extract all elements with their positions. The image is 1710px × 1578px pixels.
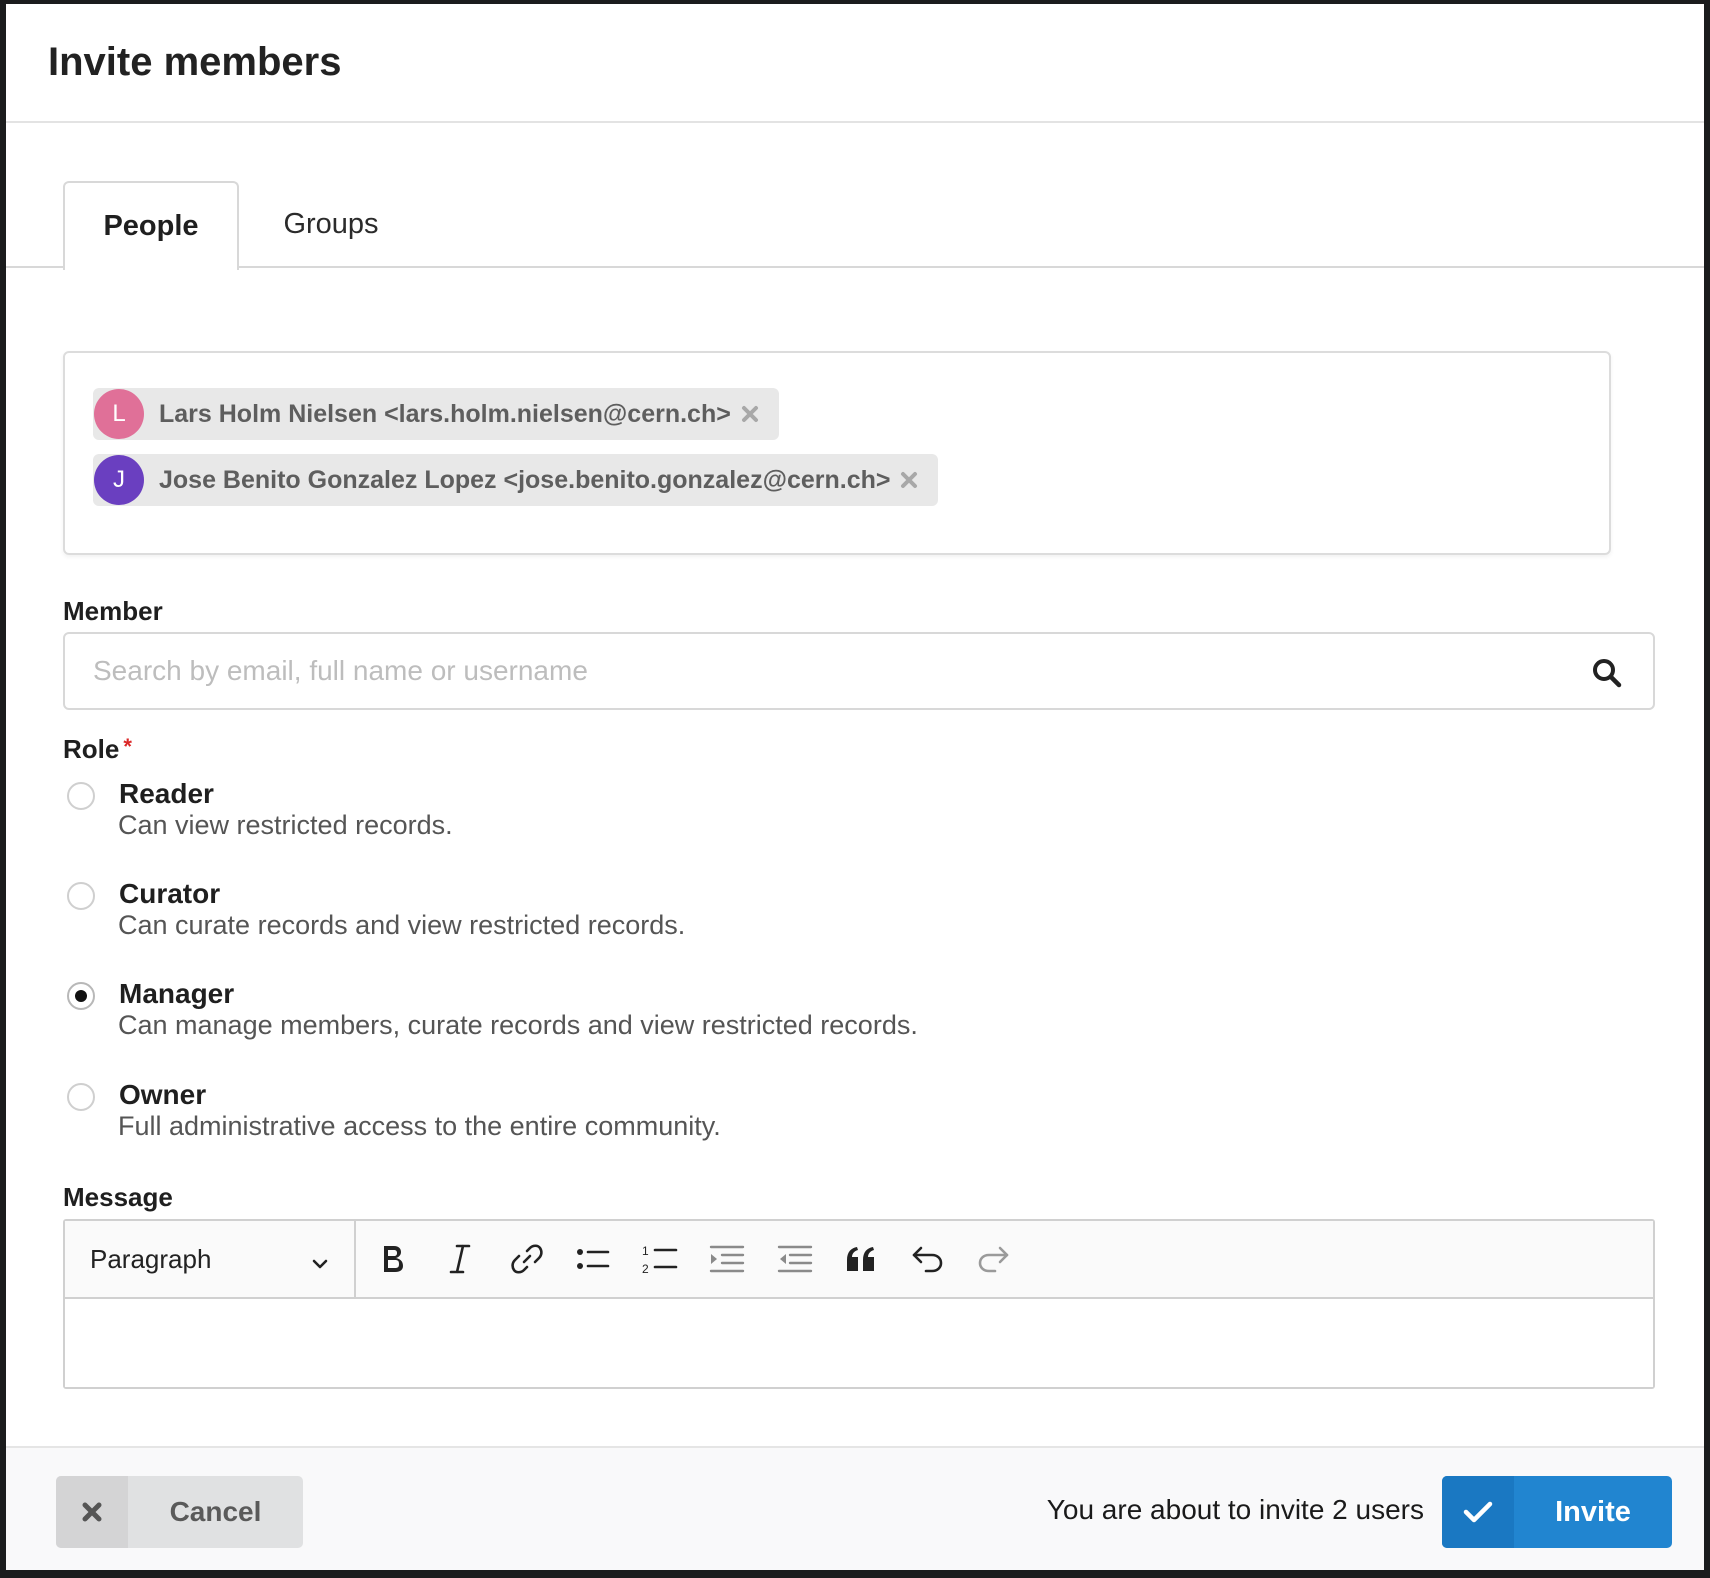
message-label: Message: [63, 1182, 173, 1212]
role-description: Can manage members, curate records and v…: [118, 1010, 918, 1040]
checkmark-icon: [1442, 1476, 1514, 1548]
editor-toolbar: Paragraph 12: [65, 1221, 1653, 1299]
role-description: Can curate records and view restricted r…: [118, 910, 686, 940]
message-editor-body[interactable]: [65, 1299, 1653, 1387]
bulleted-list-icon[interactable]: [573, 1239, 613, 1279]
redo-icon[interactable]: [974, 1239, 1014, 1279]
cancel-button[interactable]: Cancel: [56, 1476, 303, 1548]
role-name: Owner: [119, 1079, 207, 1110]
required-marker: *: [123, 734, 132, 759]
cancel-button-label: Cancel: [169, 1496, 262, 1527]
numbered-list-icon[interactable]: 12: [640, 1239, 680, 1279]
bold-icon[interactable]: [373, 1239, 413, 1279]
remove-member-icon[interactable]: [741, 405, 759, 423]
member-chip-label: Jose Benito Gonzalez Lopez <jose.benito.…: [159, 465, 891, 494]
role-option-manager[interactable]: Manager Can manage members, curate recor…: [63, 978, 1263, 1048]
role-name: Manager: [119, 978, 235, 1009]
italic-icon[interactable]: [440, 1239, 480, 1279]
role-option-reader[interactable]: Reader Can view restricted records.: [63, 778, 1263, 848]
tab-bar: People Groups: [6, 181, 1704, 270]
radio-manager[interactable]: [67, 982, 95, 1010]
role-name: Reader: [119, 778, 214, 809]
invite-button[interactable]: Invite: [1442, 1476, 1672, 1548]
svg-text:2: 2: [642, 1262, 649, 1276]
heading-dropdown[interactable]: Paragraph: [65, 1221, 356, 1297]
member-chip-label: Lars Holm Nielsen <lars.holm.nielsen@cer…: [159, 399, 731, 428]
invite-button-label: Invite: [1555, 1495, 1631, 1528]
role-label-text: Role: [63, 734, 120, 764]
blockquote-icon[interactable]: [841, 1239, 881, 1279]
tab-groups[interactable]: Groups: [246, 181, 416, 268]
outdent-icon[interactable]: [775, 1239, 815, 1279]
remove-member-icon[interactable]: [900, 471, 918, 489]
link-icon[interactable]: [507, 1239, 547, 1279]
selected-members-box: L Lars Holm Nielsen <lars.holm.nielsen@c…: [63, 351, 1611, 555]
role-description: Can view restricted records.: [118, 810, 453, 840]
message-editor: Paragraph 12: [63, 1219, 1655, 1389]
undo-icon[interactable]: [907, 1239, 947, 1279]
role-label: Role *: [63, 734, 132, 765]
modal-header: Invite members: [6, 4, 1704, 123]
search-icon[interactable]: [1591, 657, 1623, 689]
chevron-down-icon: [310, 1250, 330, 1270]
radio-owner[interactable]: [67, 1083, 95, 1111]
radio-reader[interactable]: [67, 782, 95, 810]
modal-footer: Cancel You are about to invite 2 users I…: [6, 1446, 1704, 1570]
tab-people[interactable]: People: [63, 181, 239, 270]
close-icon: [56, 1476, 128, 1548]
role-option-curator[interactable]: Curator Can curate records and view rest…: [63, 878, 1263, 948]
member-search-input[interactable]: [65, 634, 1525, 708]
avatar: J: [94, 455, 144, 505]
role-description: Full administrative access to the entire…: [118, 1111, 721, 1141]
role-option-owner[interactable]: Owner Full administrative access to the …: [63, 1079, 1263, 1149]
invite-members-modal: Invite members People Groups L Lars Holm…: [6, 4, 1704, 1570]
heading-dropdown-value: Paragraph: [90, 1243, 212, 1274]
indent-icon[interactable]: [707, 1239, 747, 1279]
member-label: Member: [63, 596, 163, 626]
member-chip: L Lars Holm Nielsen <lars.holm.nielsen@c…: [93, 388, 779, 440]
member-chip: J Jose Benito Gonzalez Lopez <jose.benit…: [93, 454, 939, 506]
member-search-field: [63, 632, 1655, 710]
role-name: Curator: [119, 878, 221, 909]
svg-text:1: 1: [642, 1244, 649, 1258]
invite-summary: You are about to invite 2 users: [1046, 1494, 1424, 1525]
radio-curator[interactable]: [67, 882, 95, 910]
modal-title: Invite members: [48, 40, 342, 84]
avatar: L: [94, 389, 144, 439]
